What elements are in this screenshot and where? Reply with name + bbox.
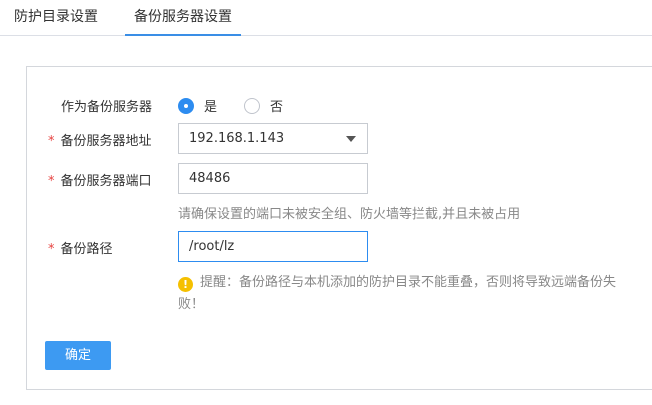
address-select[interactable]: 192.168.1.143 [178, 123, 368, 154]
address-value: 192.168.1.143 [189, 131, 285, 146]
port-value: 48486 [189, 171, 231, 186]
radio-yes[interactable]: 是 [178, 96, 217, 115]
radio-unchecked-icon [244, 97, 260, 114]
path-label-text: 备份路径 [60, 242, 113, 257]
tab-bar: 防护目录设置 备份服务器设置 [0, 0, 652, 36]
required-mark: * [48, 134, 55, 149]
port-input[interactable]: 48486 [178, 163, 368, 194]
dropdown-caret-icon [346, 136, 356, 142]
tab-backup-server[interactable]: 备份服务器设置 [125, 0, 241, 36]
required-mark: * [48, 242, 55, 257]
tab-protected-directory[interactable]: 防护目录设置 [14, 0, 98, 36]
radio-yes-label: 是 [204, 100, 218, 115]
port-label-text: 备份服务器端口 [60, 174, 152, 189]
path-input[interactable]: /root/lz [178, 231, 368, 262]
port-hint: 请确保设置的端口未被安全组、防火墙等拦截,并且未被占用 [178, 207, 521, 222]
radio-no[interactable]: 否 [244, 96, 283, 115]
address-label: * 备份服务器地址 [48, 130, 152, 149]
path-label: * 备份路径 [48, 238, 113, 257]
warning-text: 提醒：备份路径与本机添加的防护目录不能重叠，否则将导致远端备份失败！ [178, 275, 617, 312]
address-label-text: 备份服务器地址 [60, 134, 152, 149]
as-backup-server-label: 作为备份服务器 [61, 100, 153, 115]
radio-checked-icon [178, 97, 194, 114]
warning-icon: ! [178, 277, 193, 292]
path-warning: ! 提醒：备份路径与本机添加的防护目录不能重叠，否则将导致远端备份失败！ [178, 272, 638, 316]
radio-no-label: 否 [270, 100, 284, 115]
port-label: * 备份服务器端口 [48, 170, 152, 189]
confirm-button[interactable]: 确定 [45, 341, 111, 370]
path-value: /root/lz [189, 239, 235, 254]
required-mark: * [48, 174, 55, 189]
